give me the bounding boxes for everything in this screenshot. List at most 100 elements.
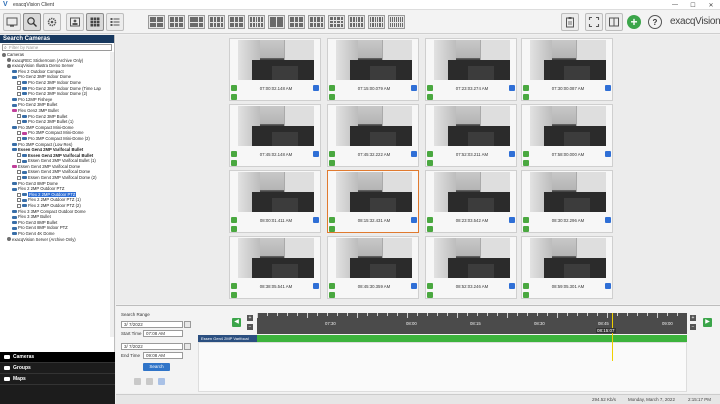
nav-groups[interactable]: Groups [0,363,115,374]
thumbnail[interactable]: 07:58:00.000 AM [521,104,613,167]
timeline-prev-button[interactable]: ◀ [232,318,241,327]
thumbnail-image[interactable] [336,238,412,278]
play-icon[interactable] [509,151,515,157]
camera-status-icon[interactable] [231,226,237,232]
play-icon[interactable] [411,85,417,91]
thumbnail[interactable]: 08:45:30.359 AM [327,236,419,299]
tree-checkbox[interactable] [17,192,21,197]
tree-checkbox[interactable] [17,136,21,141]
thumbnail[interactable]: 08:15:32.431 AM [327,170,419,233]
camera-status-icon[interactable] [329,160,335,166]
thumbnail[interactable]: 08:38:05.541 AM [229,236,321,299]
end-calendar-icon[interactable] [184,343,191,350]
minimize-button[interactable]: — [666,0,684,10]
layout-7x7-button[interactable] [388,15,405,29]
thumbnail-image[interactable] [530,172,606,212]
tree-checkbox[interactable] [17,159,21,164]
thumbnail-image[interactable] [530,106,606,146]
help-button[interactable]: ? [648,15,662,29]
layout-custom-button[interactable] [288,15,305,29]
camera-status-icon[interactable] [523,226,529,232]
layout-5x5-button[interactable] [248,15,265,29]
camera-status-icon[interactable] [231,160,237,166]
thumbnail-image[interactable] [238,172,314,212]
thumbnail-image[interactable] [238,238,314,278]
play-icon[interactable] [605,217,611,223]
layout-4x4-button[interactable] [208,15,225,29]
nav-cameras[interactable]: Cameras [0,352,115,363]
camera-status-icon[interactable] [523,160,529,166]
start-calendar-icon[interactable] [184,321,191,328]
play-icon[interactable] [411,151,417,157]
search-button[interactable]: Search [143,363,170,371]
tree-checkbox[interactable] [17,153,21,158]
document-icon[interactable] [158,378,165,385]
tree-checkbox[interactable] [17,131,21,136]
thumbnail[interactable]: 08:23:03.542 AM [425,170,517,233]
export-icon[interactable] [134,378,141,385]
layout-1plus5-button[interactable] [188,15,205,29]
thumbnail-image[interactable] [434,238,510,278]
maximize-button[interactable]: ☐ [684,0,702,10]
tree-checkbox[interactable] [17,80,21,85]
play-icon[interactable] [605,85,611,91]
layout-4x3-button[interactable] [308,15,325,29]
play-icon[interactable] [509,283,515,289]
thumbnail[interactable]: 07:15:00.079 AM [327,38,419,101]
fullscreen-icon[interactable] [585,13,603,31]
zoom-out-button[interactable]: − [247,324,253,330]
thumbnail[interactable]: 08:52:03.246 AM [425,236,517,299]
layout-2x2-button[interactable] [148,15,165,29]
camera-status-icon[interactable] [329,94,335,100]
play-icon[interactable] [411,217,417,223]
gear-icon[interactable] [43,13,61,31]
timeline-next-button[interactable]: ▶ [703,318,712,327]
thumbnail[interactable]: 07:45:02.148 AM [229,104,321,167]
thumbnail-image[interactable] [434,106,510,146]
playhead-marker[interactable] [612,313,613,361]
tree-checkbox[interactable] [17,198,21,203]
save-icon[interactable] [146,378,153,385]
zoom-in-right-button[interactable]: + [690,315,696,321]
live-view-icon[interactable] [3,13,21,31]
start-date-field[interactable]: 3/ 7/2022 [121,321,183,328]
tree-checkbox[interactable] [17,114,21,119]
clipboard-icon[interactable] [561,13,579,31]
camera-list-icon[interactable] [66,13,84,31]
list-view-icon[interactable] [106,13,124,31]
thumbnail-image[interactable] [336,106,412,146]
layout-4x4b-button[interactable] [328,15,345,29]
camera-status-icon[interactable] [427,292,433,298]
tree-scrollbar[interactable] [110,52,114,337]
split-view-icon[interactable] [605,13,623,31]
camera-status-icon[interactable] [427,160,433,166]
camera-status-icon[interactable] [329,226,335,232]
play-icon[interactable] [509,217,515,223]
layout-6x6-button[interactable] [368,15,385,29]
nav-maps[interactable]: Maps [0,374,115,385]
play-icon[interactable] [605,151,611,157]
tree-checkbox[interactable] [17,91,21,96]
start-time-field[interactable]: 07:08 AM [143,330,183,337]
thumbnail[interactable]: 08:59:05.301 AM [521,236,613,299]
layout-3x2-button[interactable] [228,15,245,29]
thumbnail[interactable]: 08:00:01.411 AM [229,170,321,233]
thumbnail-image[interactable] [238,40,314,80]
recording-track[interactable] [257,335,687,342]
tree-item[interactable]: exacqVision Server (Archive Only) [0,237,112,243]
end-time-field[interactable]: 09:08 AM [143,352,183,359]
play-icon[interactable] [313,85,319,91]
tree-checkbox[interactable] [17,119,21,124]
play-icon[interactable] [313,283,319,289]
camera-status-icon[interactable] [523,94,529,100]
timeline-area[interactable] [198,342,687,392]
thumbnail[interactable]: 08:30:02.296 AM [521,170,613,233]
add-button[interactable]: + [627,15,641,29]
layout-5x4-button[interactable] [348,15,365,29]
thumbnail-image[interactable] [238,106,314,146]
thumbnail-image[interactable] [530,238,606,278]
play-icon[interactable] [605,283,611,289]
search-icon[interactable] [23,13,41,31]
camera-status-icon[interactable] [231,292,237,298]
timeline-ruler[interactable]: 07:30 08:00 08:15 08:30 08:45 09:00 [257,313,687,334]
